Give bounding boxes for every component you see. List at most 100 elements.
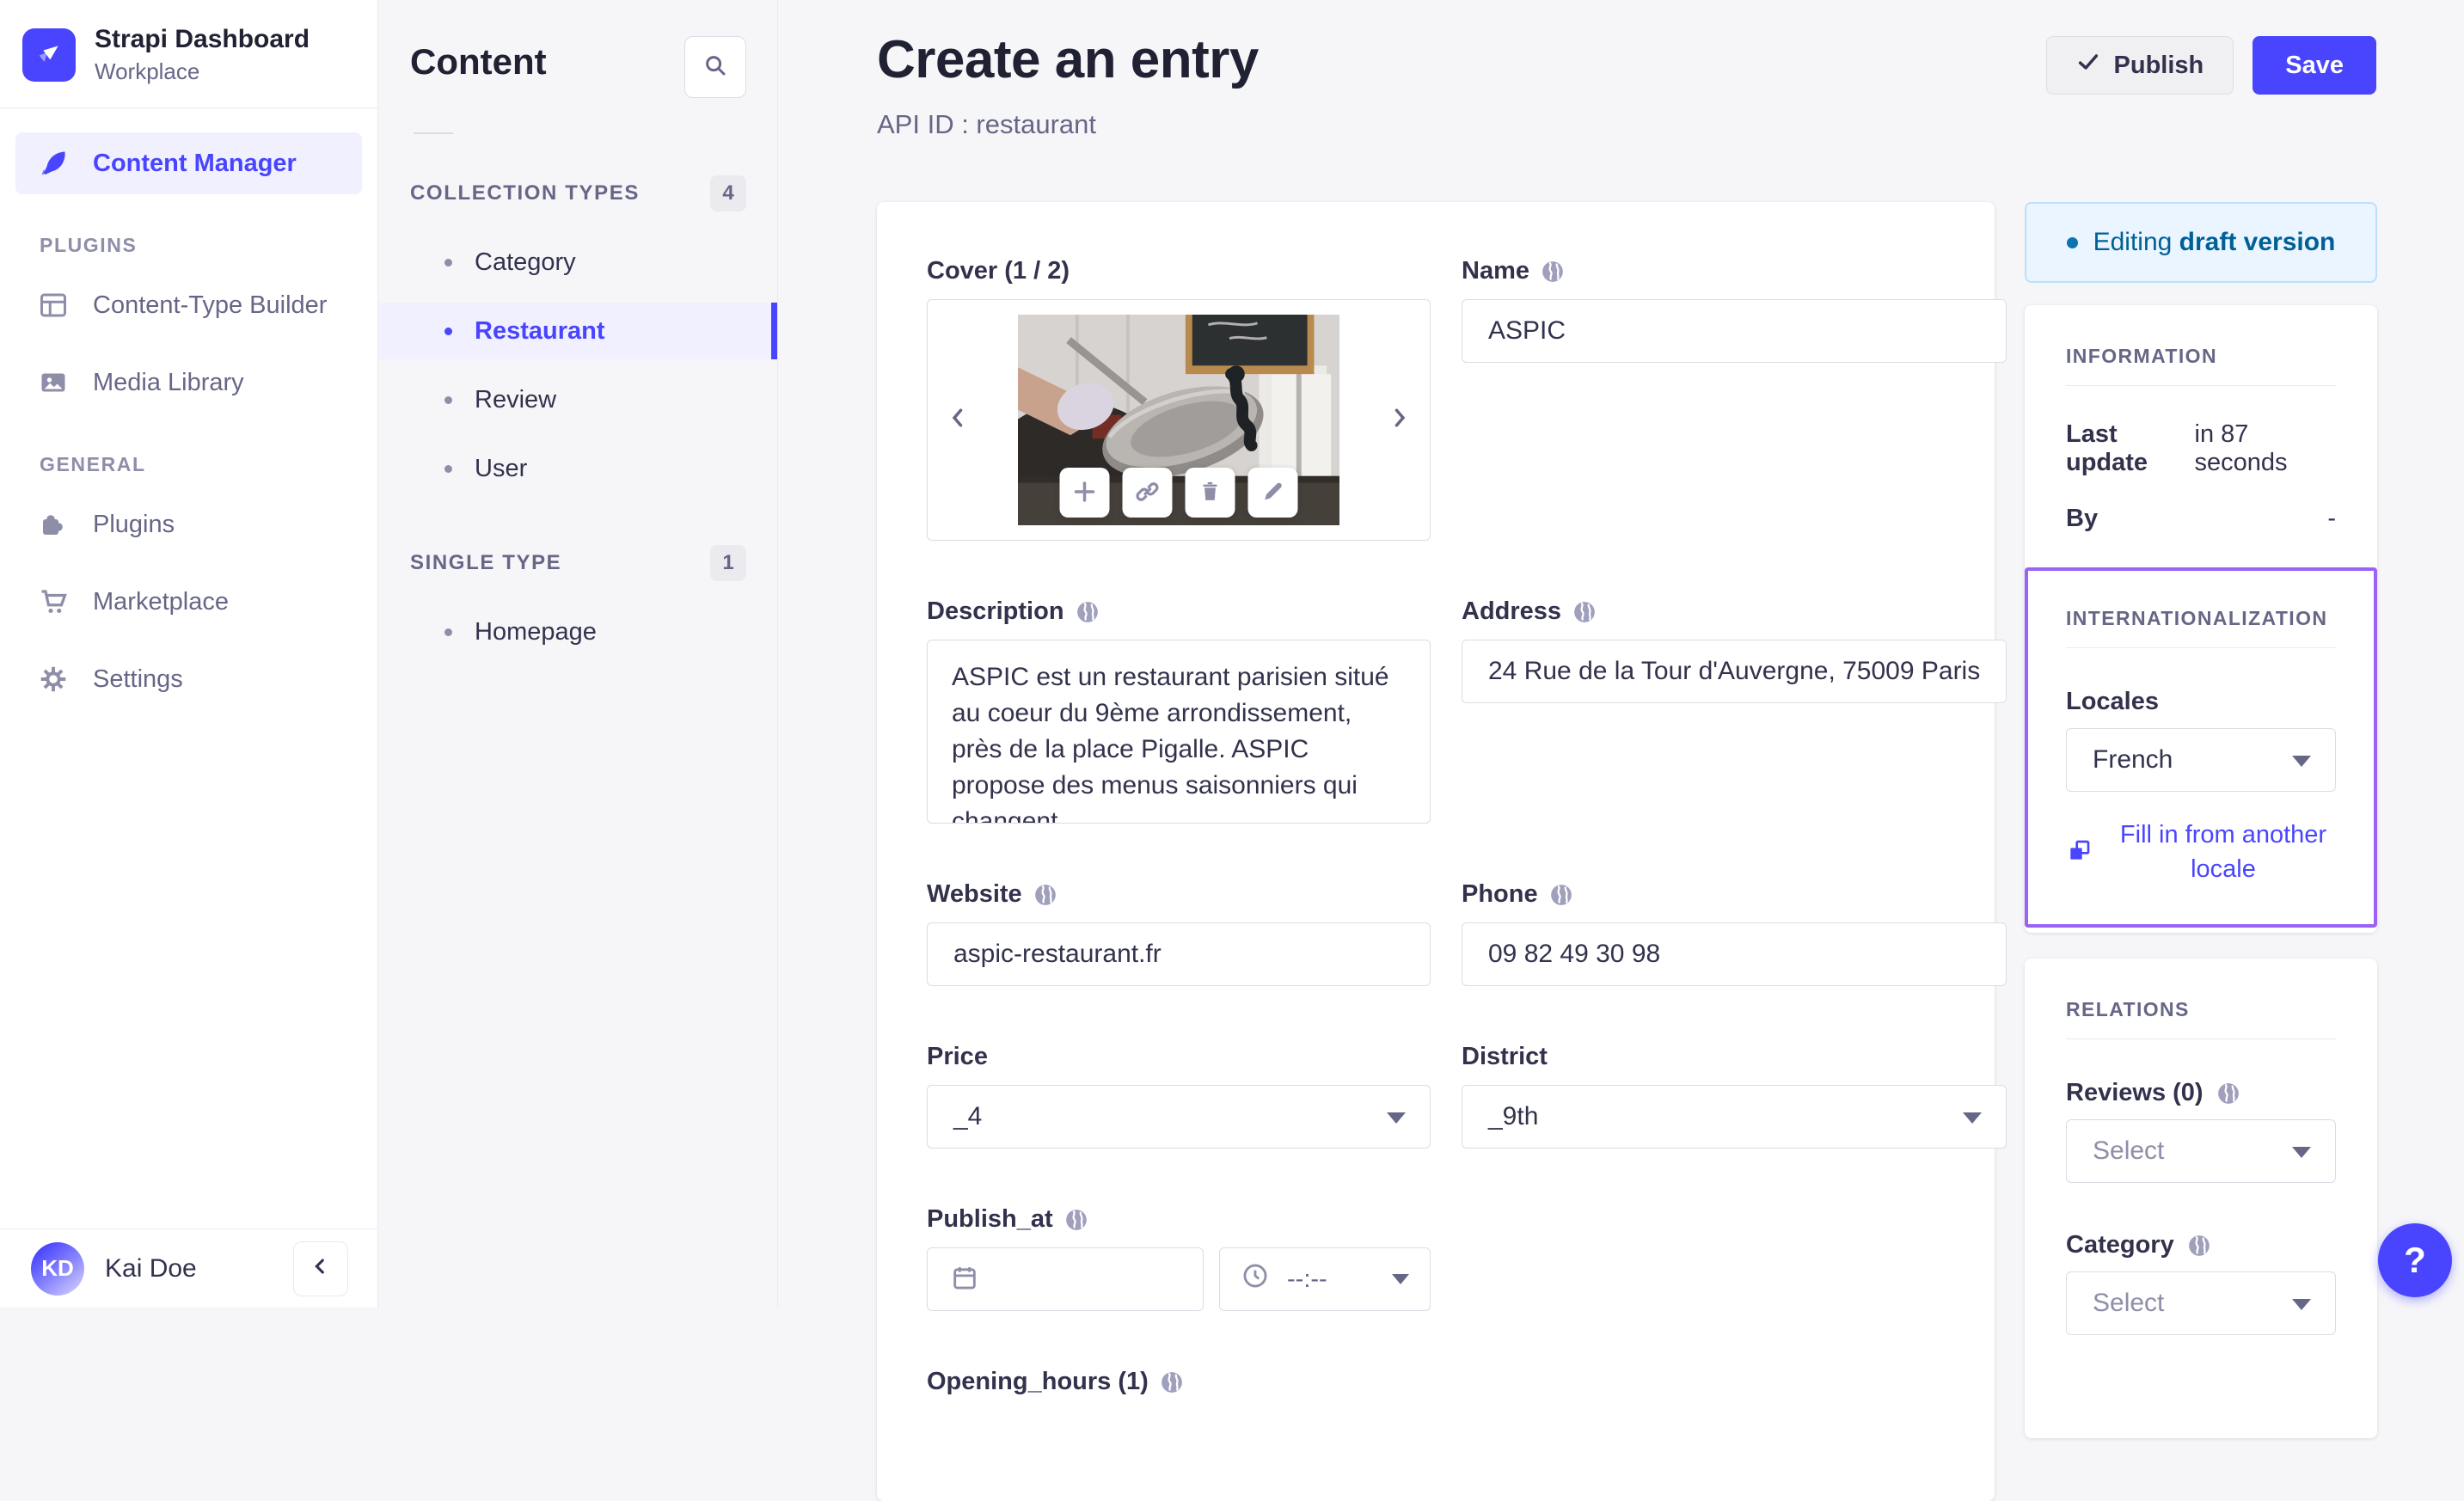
publish-time-select[interactable]: --:-- bbox=[1219, 1247, 1431, 1311]
last-update-row: Last update in 87 seconds bbox=[2066, 420, 2336, 477]
nav-item-restaurant[interactable]: Restaurant bbox=[379, 303, 777, 359]
media-library-icon bbox=[38, 367, 69, 398]
chevron-left-icon bbox=[946, 405, 972, 435]
sidebar-item-content-type-builder[interactable]: Content-Type Builder bbox=[15, 274, 362, 336]
app-title: Strapi Dashboard bbox=[95, 24, 310, 55]
field-cover: Cover (1 / 2) bbox=[927, 257, 1431, 541]
field-address: Address 24 Rue de la Tour d'Auvergne, 75… bbox=[1462, 597, 2007, 703]
sidebar-item-label: Plugins bbox=[93, 511, 175, 539]
user-name: Kai Doe bbox=[105, 1254, 197, 1284]
cover-carousel bbox=[927, 299, 1431, 541]
bullet-icon bbox=[444, 465, 452, 473]
locale-select[interactable]: French bbox=[2066, 728, 2336, 792]
price-select[interactable]: _4 bbox=[927, 1085, 1431, 1149]
search-icon bbox=[702, 52, 728, 83]
relations-title: RELATIONS bbox=[2066, 998, 2336, 1021]
field-district: District _9th bbox=[1462, 1043, 2007, 1149]
publish-date-input[interactable] bbox=[927, 1247, 1204, 1311]
sidebar-collapse-button[interactable] bbox=[293, 1241, 348, 1296]
globe-icon bbox=[1548, 882, 1574, 908]
sidebar-item-content-manager[interactable]: Content Manager bbox=[15, 132, 362, 194]
nav-item-label: Review bbox=[475, 386, 556, 414]
field-publish-at: Publish_at bbox=[927, 1205, 1431, 1311]
name-input[interactable]: ASPIC bbox=[1462, 299, 2007, 363]
address-input[interactable]: 24 Rue de la Tour d'Auvergne, 75009 Pari… bbox=[1462, 640, 2007, 703]
globe-icon bbox=[1075, 599, 1100, 625]
edit-asset-button[interactable] bbox=[1248, 468, 1298, 518]
description-label: Description bbox=[927, 597, 1431, 626]
website-input[interactable]: aspic-restaurant.fr bbox=[927, 922, 1431, 986]
trash-icon bbox=[1198, 480, 1223, 506]
time-placeholder: --:-- bbox=[1287, 1265, 1327, 1294]
dropdown-caret-icon bbox=[2292, 1299, 2311, 1310]
collapse-icon bbox=[309, 1254, 333, 1283]
workspace-header[interactable]: Strapi Dashboard Workplace bbox=[0, 0, 377, 85]
check-icon bbox=[2076, 50, 2100, 81]
nav-item-homepage[interactable]: Homepage bbox=[379, 603, 777, 660]
collection-types-count: 4 bbox=[710, 175, 746, 211]
copy-link-button[interactable] bbox=[1123, 468, 1173, 518]
field-website: Website aspic-restaurant.fr bbox=[927, 880, 1431, 986]
content-nav-panel: Content COLLECTION TYPES 4 Category Rest… bbox=[379, 0, 778, 1308]
nav-item-category[interactable]: Category bbox=[379, 234, 777, 291]
address-label: Address bbox=[1462, 597, 2007, 626]
copy-locale-icon bbox=[2066, 836, 2093, 868]
app-sidebar: Strapi Dashboard Workplace Content Manag… bbox=[0, 0, 378, 1308]
search-button[interactable] bbox=[684, 36, 746, 98]
information-card: INFORMATION Last update in 87 seconds By… bbox=[2025, 305, 2377, 933]
sidebar-item-plugins[interactable]: Plugins bbox=[15, 493, 362, 555]
add-asset-button[interactable] bbox=[1060, 468, 1110, 518]
bullet-icon bbox=[444, 396, 452, 404]
plus-icon bbox=[1072, 479, 1098, 507]
sidebar-menu: Content Manager PLUGINS Content-Type Bui… bbox=[0, 108, 377, 710]
avatar[interactable]: KD bbox=[31, 1242, 84, 1296]
publish-button[interactable]: Publish bbox=[2046, 36, 2234, 95]
reviews-label: Reviews (0) bbox=[2066, 1079, 2336, 1107]
internationalization-section: INTERNATIONALIZATION Locales French bbox=[2025, 567, 2377, 928]
nav-item-review[interactable]: Review bbox=[379, 371, 777, 428]
description-textarea[interactable]: ASPIC est un restaurant parisien situé a… bbox=[927, 640, 1431, 824]
reviews-select[interactable]: Select bbox=[2066, 1119, 2336, 1183]
district-select[interactable]: _9th bbox=[1462, 1085, 2007, 1149]
draft-version-banner: Editing draft version bbox=[2025, 202, 2377, 283]
single-type-count: 1 bbox=[710, 545, 746, 581]
phone-input[interactable]: 09 82 49 30 98 bbox=[1462, 922, 2007, 986]
sidebar-item-media-library[interactable]: Media Library bbox=[15, 352, 362, 414]
main-area: Create an entry API ID : restaurant Publ… bbox=[779, 0, 2464, 1308]
delete-asset-button[interactable] bbox=[1186, 468, 1235, 518]
publish-at-label: Publish_at bbox=[927, 1205, 1431, 1234]
globe-icon bbox=[1540, 259, 1566, 285]
sidebar-item-label: Content-Type Builder bbox=[93, 291, 327, 320]
nav-item-label: Homepage bbox=[475, 618, 597, 646]
nav-item-label: User bbox=[475, 455, 527, 483]
help-button[interactable]: ? bbox=[2378, 1223, 2452, 1297]
content-nav-title: Content bbox=[410, 36, 547, 83]
category-select[interactable]: Select bbox=[2066, 1271, 2336, 1335]
sidebar-item-settings[interactable]: Settings bbox=[15, 648, 362, 710]
nav-item-user[interactable]: User bbox=[379, 440, 777, 497]
workspace-name: Workplace bbox=[95, 58, 310, 85]
section-divider bbox=[2066, 1038, 2336, 1039]
globe-icon bbox=[1033, 882, 1058, 908]
link-icon bbox=[1135, 479, 1161, 507]
globe-icon bbox=[1159, 1369, 1185, 1395]
carousel-next-button[interactable] bbox=[1382, 403, 1416, 438]
api-id-subtitle: API ID : restaurant bbox=[877, 109, 1259, 140]
globe-icon bbox=[2186, 1233, 2212, 1259]
entry-form-card: Cover (1 / 2) bbox=[877, 202, 1995, 1501]
sidebar-item-marketplace[interactable]: Marketplace bbox=[15, 571, 362, 633]
nav-item-label: Category bbox=[475, 248, 576, 277]
single-type-title: SINGLE TYPE bbox=[410, 551, 561, 575]
internationalization-title: INTERNATIONALIZATION bbox=[2066, 607, 2336, 630]
cover-actions bbox=[1060, 468, 1298, 518]
cover-label: Cover (1 / 2) bbox=[927, 257, 1431, 285]
sidebar-item-label: Marketplace bbox=[93, 588, 229, 616]
save-button[interactable]: Save bbox=[2253, 36, 2376, 95]
settings-icon bbox=[38, 664, 69, 695]
fill-from-locale-link[interactable]: Fill in from another locale bbox=[2111, 818, 2336, 886]
field-phone: Phone 09 82 49 30 98 bbox=[1462, 880, 2007, 986]
dropdown-caret-icon bbox=[1392, 1274, 1409, 1284]
carousel-prev-button[interactable] bbox=[941, 403, 976, 438]
category-label: Category bbox=[2066, 1231, 2336, 1259]
calendar-icon bbox=[950, 1263, 979, 1296]
